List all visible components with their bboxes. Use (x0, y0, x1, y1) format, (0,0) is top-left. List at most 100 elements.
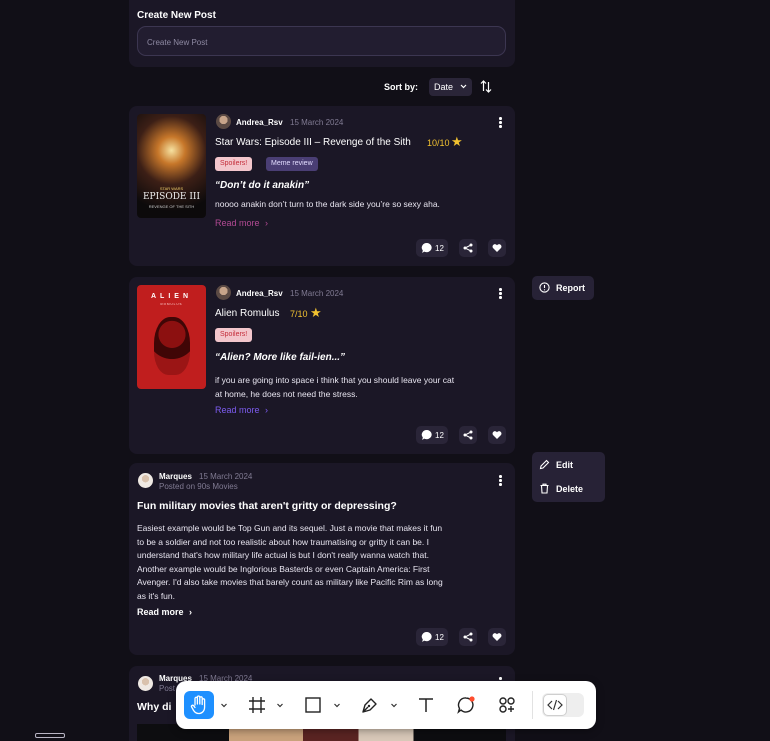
share-button[interactable] (459, 426, 477, 444)
sort-select[interactable]: Date (429, 78, 472, 96)
chevron-down-icon[interactable] (390, 701, 398, 709)
comment-count: 12 (435, 633, 444, 642)
poster-title: EPISODE III (142, 192, 201, 202)
avatar[interactable] (138, 676, 153, 691)
dev-mode-toggle[interactable] (542, 693, 584, 717)
chevron-right-icon: › (189, 607, 193, 617)
frame-tool-button[interactable] (242, 691, 272, 719)
chevron-down-icon[interactable] (220, 701, 228, 709)
posted-on[interactable]: Post (159, 684, 175, 693)
post-date: 15 March 2024 (290, 118, 344, 127)
movie-rating: 7/10 (290, 309, 308, 319)
comments-button[interactable]: 12 (416, 239, 448, 257)
create-post-input[interactable]: Create New Post (137, 26, 506, 56)
avatar[interactable] (216, 114, 231, 129)
posted-on[interactable]: Posted on 90s Movies (159, 482, 238, 491)
chevron-right-icon: › (265, 218, 269, 228)
chevron-right-icon: › (265, 405, 269, 415)
post-title[interactable]: Fun military movies that aren't gritty o… (137, 500, 397, 512)
post-date: 15 March 2024 (199, 472, 253, 481)
sort-direction-icon[interactable] (480, 80, 492, 93)
read-more-label: Read more (137, 607, 184, 617)
chevron-down-icon[interactable] (333, 701, 341, 709)
post-body-line: Easiest example would be Top Gun and its… (137, 523, 443, 533)
comments-button[interactable]: 12 (416, 628, 448, 646)
post-title[interactable]: Why di (137, 701, 171, 713)
create-post-title: Create New Post (137, 10, 216, 21)
poster-brand: STAR WARS (159, 186, 184, 191)
post-quote: “Don’t do it anakin” (215, 180, 310, 191)
chevron-down-icon[interactable] (276, 701, 284, 709)
post-body-line: Another example would be Inglorious Bast… (137, 563, 430, 574)
heart-icon (492, 633, 502, 641)
author-name[interactable]: Andrea_Rsv (236, 118, 283, 127)
rectangle-tool-button[interactable] (298, 691, 328, 719)
tag-meme-review[interactable]: Meme review (266, 157, 318, 171)
components-icon (499, 697, 515, 713)
report-menu-item[interactable]: Report (556, 283, 585, 293)
star-icon: ★ (310, 305, 322, 320)
post-body-line: if you are going into space i think that… (215, 375, 455, 385)
comment-bubble-icon (457, 696, 475, 714)
read-more-link[interactable]: Read more › (137, 607, 192, 617)
design-toolbar (176, 681, 596, 729)
comments-button[interactable]: 12 (416, 426, 448, 444)
sort-label: Sort by: (384, 82, 419, 92)
tag-spoilers[interactable]: Spoilers! (215, 328, 253, 342)
share-button[interactable] (459, 628, 477, 646)
post-body: Easiest example would be Top Gun and its… (137, 522, 443, 603)
post-body-line: as it's fun. (137, 590, 176, 601)
poster-figure (154, 317, 190, 375)
post-body: noooo anakin don’t turn to the dark side… (215, 199, 440, 209)
post-card: STAR WARS EPISODE III REVENGE OF THE SIT… (129, 106, 515, 266)
comment-icon (421, 429, 432, 440)
author-name[interactable]: Marques (159, 472, 192, 481)
post-body-line: understand that's how military life actu… (137, 550, 429, 560)
create-post-card: Create New Post Create New Post (129, 0, 515, 67)
edit-delete-menu: Edit Delete (532, 452, 605, 502)
report-menu: Report (532, 276, 594, 300)
poster-title: ALIEN (151, 293, 192, 300)
components-tool-button[interactable] (492, 691, 522, 719)
comment-icon (421, 631, 432, 642)
like-button[interactable] (488, 239, 506, 257)
read-more-link[interactable]: Read more › (215, 405, 268, 415)
heart-icon (492, 244, 502, 252)
share-button[interactable] (459, 239, 477, 257)
tag-spoilers[interactable]: Spoilers! (215, 157, 253, 171)
comment-count: 12 (435, 244, 444, 253)
like-button[interactable] (488, 628, 506, 646)
more-options-icon[interactable] (499, 475, 502, 487)
text-tool-button[interactable] (411, 691, 441, 719)
more-options-icon[interactable] (499, 117, 502, 129)
more-options-icon[interactable] (499, 288, 502, 300)
movie-title[interactable]: Star Wars: Episode III – Revenge of the … (215, 137, 411, 148)
post-date: 15 March 2024 (290, 289, 344, 298)
movie-poster: STAR WARS EPISODE III REVENGE OF THE SIT… (137, 114, 206, 218)
pen-tool-button[interactable] (355, 691, 385, 719)
comment-count: 12 (435, 431, 444, 440)
share-icon (463, 632, 473, 642)
movie-title[interactable]: Alien Romulus (215, 308, 279, 319)
post-body-line: Avenger. I'd also take movies that barel… (137, 577, 443, 587)
scroll-indicator[interactable] (35, 733, 65, 738)
avatar[interactable] (216, 285, 231, 300)
movie-poster: ALIEN ROMULUS (137, 285, 206, 389)
heart-icon (492, 431, 502, 439)
hand-tool-button[interactable] (184, 691, 214, 719)
sort-value: Date (434, 82, 454, 92)
edit-menu-item[interactable]: Edit (556, 460, 573, 470)
poster-subtitle: ROMULUS (160, 302, 183, 306)
trash-icon (540, 483, 549, 494)
like-button[interactable] (488, 426, 506, 444)
frame-icon (249, 697, 265, 713)
toolbar-divider (532, 691, 533, 719)
comment-tool-button[interactable] (451, 691, 481, 719)
avatar[interactable] (138, 473, 153, 488)
author-name[interactable]: Andrea_Rsv (236, 289, 283, 298)
read-more-link[interactable]: Read more › (215, 218, 268, 228)
alert-circle-icon (539, 282, 550, 293)
share-icon (463, 430, 473, 440)
delete-menu-item[interactable]: Delete (556, 484, 583, 494)
post-quote: “Alien? More like fail-ien...” (215, 352, 346, 363)
